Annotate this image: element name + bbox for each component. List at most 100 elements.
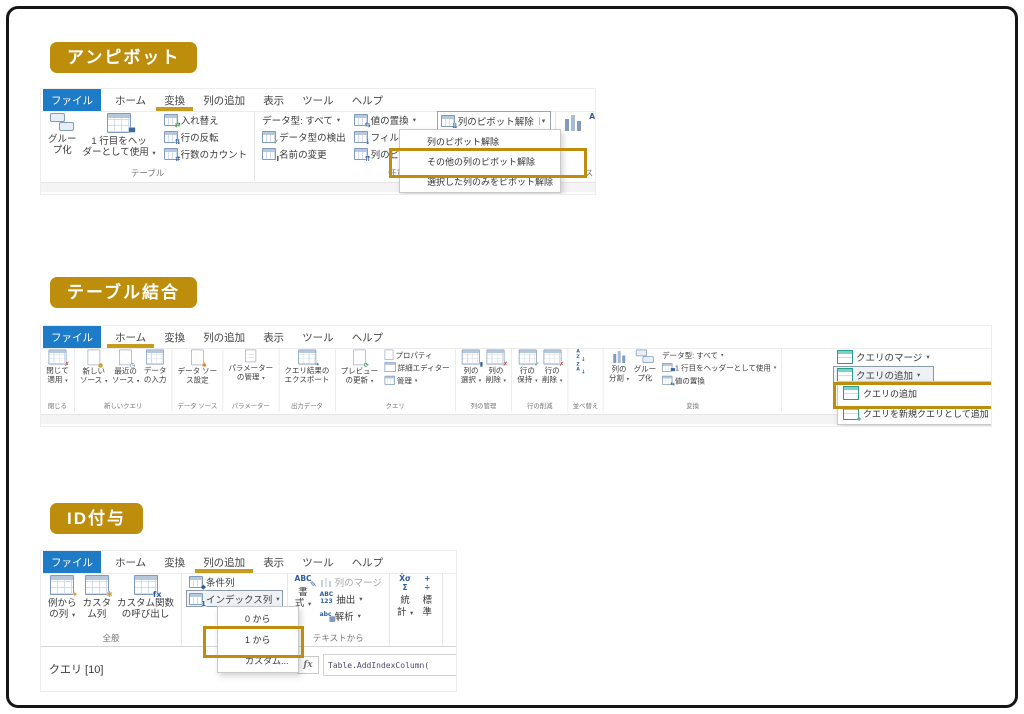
tab-help[interactable]: ヘルプ — [343, 326, 393, 348]
button-label: プレビュー の更新 ▾ — [341, 368, 379, 386]
replace-values-icon — [662, 375, 673, 384]
btn-column-from-examples[interactable]: 例から の列 ▾ — [45, 573, 80, 621]
tab-tools[interactable]: ツール — [293, 89, 343, 111]
btn-replace-values[interactable]: 値の置換▾ — [351, 111, 431, 128]
tab-file[interactable]: ファイル — [43, 551, 101, 573]
tab-view[interactable]: 表示 — [254, 551, 293, 573]
fx-button[interactable]: fx — [297, 656, 319, 674]
menu-item-unpivot-columns[interactable]: 列のピボット解除 — [401, 131, 559, 151]
btn-split-column[interactable]: 列の 分割 ▾ — [607, 348, 632, 383]
btn-choose-columns[interactable]: 列の 選択 ▾ — [459, 348, 484, 385]
tab-home[interactable]: ホーム — [106, 89, 155, 111]
btn-transpose[interactable]: 入れ替え — [161, 111, 251, 128]
btn-data-source-settings[interactable]: データ ソー ス設定 — [175, 348, 219, 386]
btn-group-by[interactable]: グルー プ化 — [45, 111, 80, 159]
btn-manage-parameters[interactable]: パラメーター の管理 ▾ — [226, 348, 275, 383]
btn-split-column[interactable] — [560, 111, 586, 131]
tab-home[interactable]: ホーム — [106, 551, 155, 573]
tab-add-column[interactable]: 列の追加 — [194, 326, 254, 348]
button-label: 新しい ソース ▾ — [80, 368, 107, 386]
btn-invoke-custom-function[interactable]: カスタム関数 の呼び出し — [114, 573, 177, 621]
btn-sort-descending[interactable]: Z A — [571, 361, 587, 374]
btn-rename[interactable]: 名前の変更 — [259, 145, 349, 162]
btn-detect-data-type[interactable]: データ型の検出 — [259, 128, 349, 145]
btn-data-type[interactable]: データ型: すべて▾ — [660, 348, 779, 361]
ribbon-content: 閉じて 適用 ▾閉じる新しい ソース ▾最近の ソース ▾データ の入力新しいク… — [41, 348, 991, 412]
caret-icon: ▾ — [413, 116, 416, 124]
caret-icon: ▾ — [774, 364, 776, 370]
menu-item-unpivot-other-columns[interactable]: その他の列のピボット解除 — [401, 151, 559, 171]
tab-home[interactable]: ホーム — [106, 326, 155, 348]
button-label: 詳細エディター — [398, 362, 450, 373]
tab-help[interactable]: ヘルプ — [343, 551, 393, 573]
menu-item-from-1[interactable]: 1 から — [219, 629, 297, 650]
btn-statistics[interactable]: X̄σ Σ統 計 ▾ — [394, 573, 416, 618]
tab-transform[interactable]: 変換 — [155, 89, 194, 111]
tab-transform[interactable]: 変換 — [155, 326, 194, 348]
menu-item-unpivot-selected-only[interactable]: 選択した列のみをピボット解除 — [401, 171, 559, 191]
btn-enter-data[interactable]: データ の入力 — [142, 348, 169, 386]
btn-extract[interactable]: ABC 123抽出▾ — [317, 590, 385, 607]
btn-data-type[interactable]: データ型: すべて▾ — [259, 111, 349, 128]
btn-standard[interactable]: + ÷標 準 — [416, 573, 438, 618]
recent-source-icon — [119, 350, 132, 366]
tab-add-column[interactable]: 列の追加 — [194, 551, 254, 573]
btn-format[interactable]: ABC書 式 ▾ — [292, 573, 315, 609]
button-label: 入れ替え — [181, 113, 219, 127]
btn-manage[interactable]: 管理▾ — [382, 374, 452, 387]
btn-group-by[interactable]: グルー プ化 — [631, 348, 658, 383]
btn-unpivot-columns[interactable]: 列のピボット解除▾ — [437, 111, 552, 131]
menu-item-custom[interactable]: カスタム... — [219, 650, 297, 671]
tab-file[interactable]: ファイル — [43, 89, 101, 111]
btn-use-first-row-as-headers[interactable]: 1 行目をヘッダーとして使用▾ — [660, 361, 779, 374]
group-text-column: ABC列ABC 123抽abc解ストの列 — [556, 111, 596, 181]
menu-item-from-0[interactable]: 0 から — [219, 608, 297, 629]
btn-conditional-column[interactable]: 条件列 — [186, 573, 282, 590]
column-from-examples-icon — [50, 575, 74, 595]
btn-parse[interactable]: abc解析▾ — [317, 607, 385, 624]
menu-item-append-queries-as-new[interactable]: クエリを新規クエリとして追加 — [839, 403, 992, 423]
group-by-icon — [50, 113, 74, 131]
btn-close-and-apply[interactable]: 閉じて 適用 ▾ — [44, 348, 71, 385]
btn-sort-ascending[interactable]: A Z — [571, 348, 587, 361]
btn-reverse-rows[interactable]: 行の反転 — [161, 128, 251, 145]
btn-new-source[interactable]: 新しい ソース ▾ — [78, 348, 110, 386]
tab-view[interactable]: 表示 — [254, 89, 293, 111]
tab-view[interactable]: 表示 — [254, 326, 293, 348]
btn-properties[interactable]: プロパティ — [382, 348, 452, 361]
btn-index-column[interactable]: インデックス列▾ — [186, 590, 282, 607]
button-label: カスタム関数 の呼び出し — [117, 598, 174, 621]
menu-item-label: クエリを新規クエリとして追加 — [863, 407, 989, 420]
btn-remove-columns[interactable]: 列の 削除 ▾ — [483, 348, 508, 385]
btn-recent-sources[interactable]: 最近の ソース ▾ — [110, 348, 142, 386]
btn-count-rows[interactable]: 行数のカウント — [161, 145, 251, 162]
group-number: X̄σ Σ統 計 ▾+ ÷標 準 — [390, 573, 443, 646]
caret-icon: ▾ — [137, 379, 139, 384]
btn-use-first-row-as-headers[interactable]: 1 行目をヘッ ダーとして使用 ▾ — [80, 111, 159, 159]
btn-remove-rows[interactable]: 行の 削除 ▾ — [540, 348, 565, 385]
reverse-rows-icon — [164, 131, 178, 143]
btn-format[interactable]: ABC — [586, 111, 596, 131]
button-label: インデックス列 — [206, 592, 272, 606]
button-label: 統 計 ▾ — [397, 595, 413, 618]
menu-item-append-queries[interactable]: クエリの追加 — [839, 383, 992, 403]
tab-tools[interactable]: ツール — [293, 551, 343, 573]
group-label: ストの列 — [560, 166, 596, 181]
tab-file[interactable]: ファイル — [43, 326, 101, 348]
table-header-icon — [107, 113, 131, 133]
btn-export-query-results[interactable]: クエリ結果の エクスポート — [282, 348, 332, 385]
formula-bar[interactable]: Table.AddIndexColumn( — [323, 654, 457, 676]
tab-tools[interactable]: ツール — [293, 326, 343, 348]
dropdown-caret-icon[interactable]: ▾ — [539, 117, 548, 125]
btn-replace-values[interactable]: 値の置換 — [660, 374, 779, 387]
btn-advanced-editor[interactable]: 詳細エディター — [382, 361, 452, 374]
tab-transform[interactable]: 変換 — [155, 551, 194, 573]
btn-merge-queries[interactable]: クエリのマージ▾ — [833, 348, 934, 366]
btn-refresh-preview[interactable]: プレビュー の更新 ▾ — [338, 348, 380, 386]
tab-help[interactable]: ヘルプ — [343, 89, 393, 111]
button-label: カスタ ム列 — [83, 598, 112, 621]
tab-add-column[interactable]: 列の追加 — [194, 89, 254, 111]
caret-icon: ▾ — [371, 379, 373, 384]
btn-keep-rows[interactable]: 行の 保持 ▾ — [515, 348, 540, 385]
btn-custom-column[interactable]: カスタ ム列 — [80, 573, 115, 621]
